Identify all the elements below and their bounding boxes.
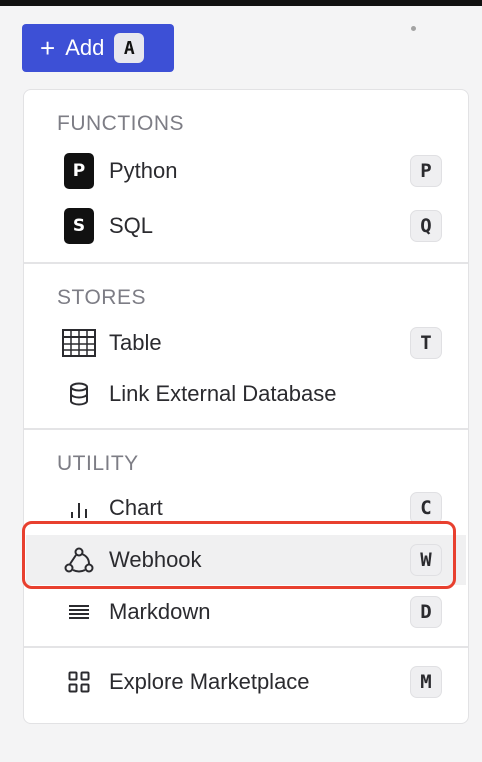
- shortcut-key: W: [410, 544, 442, 576]
- menu-item-label: Explore Marketplace: [109, 669, 310, 694]
- plus-icon: +: [40, 33, 56, 63]
- menu-item-label: Webhook: [109, 547, 202, 572]
- divider: [24, 428, 468, 430]
- shortcut-key: C: [410, 492, 442, 524]
- menu-item-sql[interactable]: S SQL Q: [26, 201, 466, 251]
- chart-icon: [62, 491, 96, 525]
- menu-item-label: SQL: [109, 213, 154, 238]
- divider: [24, 646, 468, 648]
- status-dot: [411, 26, 416, 31]
- add-shortcut-key: A: [114, 33, 145, 63]
- menu-item-chart[interactable]: Chart C: [26, 483, 466, 533]
- add-button-label: Add: [65, 35, 105, 60]
- markdown-icon: [62, 595, 96, 629]
- shortcut-key: Q: [410, 210, 442, 242]
- shortcut-key: D: [410, 596, 442, 628]
- webhook-icon: [62, 543, 96, 577]
- menu-item-markdown[interactable]: Markdown D: [26, 587, 466, 637]
- table-icon: [62, 326, 96, 360]
- menu-item-python[interactable]: P Python P: [26, 146, 466, 196]
- add-button[interactable]: + Add A: [22, 24, 174, 72]
- python-badge-icon: P: [62, 153, 96, 189]
- shortcut-key: P: [410, 155, 442, 187]
- menu-item-label: Chart: [109, 495, 163, 520]
- divider: [24, 262, 468, 264]
- menu-item-table[interactable]: Table T: [26, 318, 466, 368]
- menu-item-label: Table: [109, 330, 162, 355]
- section-heading-functions: FUNCTIONS: [57, 112, 184, 135]
- marketplace-grid-icon: [62, 665, 96, 699]
- section-heading-stores: STORES: [57, 286, 146, 309]
- sql-badge-icon: S: [62, 208, 96, 244]
- top-bar: [0, 0, 482, 6]
- menu-item-label: Markdown: [109, 599, 211, 624]
- menu-item-explore-marketplace[interactable]: Explore Marketplace M: [26, 657, 466, 707]
- menu-item-webhook[interactable]: Webhook W: [26, 535, 466, 585]
- menu-item-label: Python: [109, 158, 178, 183]
- menu-item-link-external-database[interactable]: Link External Database: [26, 369, 466, 419]
- add-menu-panel: FUNCTIONS P Python P S SQL Q STORES Tabl…: [23, 89, 469, 724]
- section-heading-utility: UTILITY: [57, 452, 139, 475]
- menu-item-label: Link External Database: [109, 381, 337, 406]
- database-icon: [62, 377, 96, 411]
- shortcut-key: T: [410, 327, 442, 359]
- shortcut-key: M: [410, 666, 442, 698]
